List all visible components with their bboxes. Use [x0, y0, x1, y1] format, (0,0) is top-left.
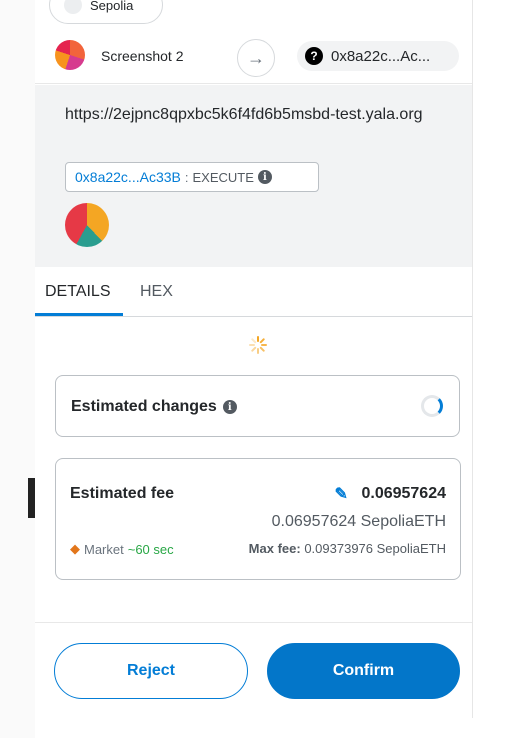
estimated-changes-heading: Estimated changes i: [71, 398, 237, 416]
active-tab-indicator: [35, 313, 123, 316]
estimated-fee-card: Estimated fee ✎ 0.06957624 0.06957624 Se…: [55, 458, 461, 580]
market-time: ~60 sec: [127, 541, 174, 557]
site-avatar: [65, 203, 109, 247]
info-icon[interactable]: i: [222, 400, 237, 414]
network-dot-icon: [64, 0, 82, 14]
tab-details[interactable]: DETAILS: [45, 267, 111, 317]
screenshot-stage: Sepolia Screenshot 2 → ? 0x8a22c...Ac...…: [0, 0, 507, 738]
sender-recipient-row: Screenshot 2 → ? 0x8a22c...Ac...: [35, 30, 472, 84]
confirm-transaction-popup: Sepolia Screenshot 2 → ? 0x8a22c...Ac...…: [35, 0, 473, 718]
arrow-right-icon: →: [237, 39, 275, 77]
estimated-changes-title: Estimated changes: [71, 398, 217, 415]
tab-hex[interactable]: HEX: [140, 267, 173, 317]
loader-icon: [249, 336, 267, 354]
estimated-fee-title: Estimated fee: [70, 485, 175, 502]
max-fee-value: 0.09373976 SepoliaETH: [304, 541, 446, 556]
account-avatar: [55, 40, 85, 70]
edit-icon[interactable]: ✎: [334, 486, 351, 503]
origin-url: https://2ejpnc8qpxbc5k6f4fd6b5msbd-test.…: [65, 106, 423, 123]
info-icon[interactable]: i: [257, 170, 272, 184]
network-selector[interactable]: Sepolia: [49, 0, 163, 24]
method-name: EXECUTE: [192, 169, 254, 185]
fee-primary-value: 0.06957624: [361, 485, 446, 502]
details-tabs: DETAILS HEX: [35, 267, 472, 317]
background-window-edge: [0, 0, 35, 738]
market-label: Market: [84, 541, 124, 557]
reject-button[interactable]: Reject: [54, 643, 248, 699]
fee-market-row[interactable]: ◆ Market ~60 sec: [70, 541, 174, 557]
action-footer: Reject Confirm: [35, 622, 472, 718]
max-fee-row: Max fee: 0.09373976 SepoliaETH: [249, 541, 446, 556]
estimated-changes-card: Estimated changes i: [55, 375, 460, 437]
method-separator: :: [184, 169, 189, 185]
contract-method-chip[interactable]: 0x8a22c...Ac33B : EXECUTE i: [65, 162, 319, 192]
contract-address-link[interactable]: 0x8a22c...Ac33B: [75, 169, 181, 185]
spinner-icon: [421, 395, 443, 417]
recipient-address: 0x8a22c...Ac...: [331, 47, 431, 65]
background-window-marker: [28, 478, 35, 518]
transaction-origin-panel: https://2ejpnc8qpxbc5k6f4fd6b5msbd-test.…: [35, 85, 472, 267]
fee-primary-row: ✎ 0.06957624: [334, 485, 446, 503]
fox-icon: ◆: [70, 541, 80, 556]
network-label: Sepolia: [90, 0, 134, 13]
recipient-pill[interactable]: ? 0x8a22c...Ac...: [297, 41, 459, 71]
question-icon: ?: [305, 47, 323, 65]
fee-secondary-value: 0.06957624 SepoliaETH: [271, 513, 446, 530]
confirm-button[interactable]: Confirm: [267, 643, 460, 699]
from-account-name[interactable]: Screenshot 2: [101, 48, 184, 64]
max-fee-label: Max fee:: [248, 541, 301, 556]
